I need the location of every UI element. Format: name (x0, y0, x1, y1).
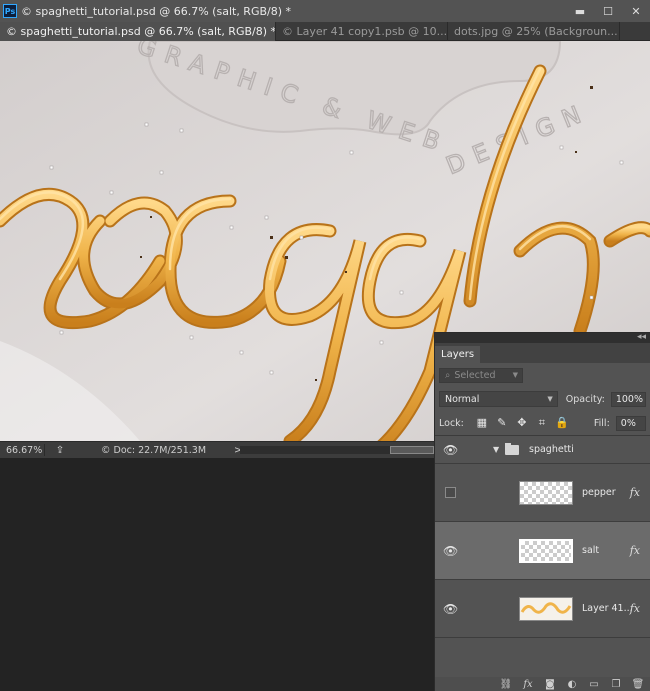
fill-label: Fill: (593, 417, 610, 429)
photoshop-logo: Ps (3, 4, 17, 18)
lock-row: Lock: ▦ ✎ ✥ ⌗ 🔒 Fill: 0% (435, 411, 650, 435)
zoom-level[interactable]: 66.67% (0, 445, 42, 456)
fx-icon[interactable]: fx (630, 544, 640, 557)
layer-pepper[interactable]: pepper fx (435, 464, 650, 522)
layer-name: salt (582, 545, 600, 556)
smart-object-preview (520, 601, 572, 614)
new-layer-icon[interactable]: ❐ (609, 679, 623, 690)
link-icon[interactable]: ⛓ (499, 679, 513, 690)
share-icon[interactable]: ⇪ (49, 445, 71, 456)
folder-icon (505, 442, 519, 455)
maximize-button[interactable]: ☐ (594, 0, 622, 22)
blend-row: Normal ▼ Opacity: 100% (435, 387, 650, 411)
layer-name: Layer 41... (582, 603, 633, 614)
chevron-down-icon: ▼ (547, 395, 553, 403)
scrollbar-thumb[interactable] (390, 446, 434, 454)
document-tabs: © spaghetti_tutorial.psd @ 66.7% (salt, … (0, 22, 650, 41)
panel-header-bar: ◂◂ (435, 332, 650, 343)
lock-transparency-icon[interactable]: ▦ (472, 416, 492, 430)
lock-all-icon[interactable]: 🔒 (552, 416, 572, 430)
lock-position-icon[interactable]: ✥ (512, 416, 532, 430)
lock-label: Lock: (439, 417, 464, 429)
layer-thumbnail (519, 596, 573, 621)
minimize-button[interactable]: ▬ (566, 0, 594, 22)
collapse-panel-icon[interactable]: ◂◂ (637, 332, 646, 342)
close-button[interactable]: ✕ (622, 0, 650, 22)
tab-layer-41-copy[interactable]: © Layer 41 copy1.psb @ 10... × (276, 22, 448, 41)
chevron-down-icon[interactable]: ▼ (493, 445, 499, 454)
title-bar: Ps © spaghetti_tutorial.psd @ 66.7% (sal… (0, 0, 650, 22)
search-icon: ⌕ (445, 369, 451, 381)
visibility-eye-icon[interactable]: 👁 (443, 602, 458, 616)
blend-mode-value: Normal (445, 393, 480, 405)
lock-image-icon[interactable]: ✎ (492, 416, 512, 430)
tab-spaghetti-tutorial[interactable]: © spaghetti_tutorial.psd @ 66.7% (salt, … (0, 22, 276, 41)
document-size[interactable]: © Doc: 22.7M/251.3M (101, 445, 231, 456)
filter-row: ⌕ Selected ▼ (435, 363, 650, 387)
layer-name: pepper (582, 487, 616, 498)
photoshop-window: Ps © spaghetti_tutorial.psd @ 66.7% (sal… (0, 0, 650, 691)
folder-icon[interactable]: ▭ (587, 679, 601, 690)
chevron-down-icon: ▼ (512, 371, 518, 379)
mask-icon[interactable]: ◙ (543, 679, 557, 690)
blend-mode-dropdown[interactable]: Normal ▼ (439, 391, 558, 407)
visibility-eye-icon[interactable]: 👁 (443, 544, 458, 558)
panel-tabs: Layers (435, 343, 650, 363)
layer-group-spaghetti[interactable]: 👁 ▼ spaghetti (435, 436, 650, 464)
fx-icon[interactable]: fx (630, 486, 640, 499)
tab-label: © Layer 41 copy1.psb @ 10... (282, 25, 448, 38)
layer-salt[interactable]: 👁 salt fx (435, 522, 650, 580)
window-title: © spaghetti_tutorial.psd @ 66.7% (salt, … (21, 4, 292, 18)
divider (44, 444, 45, 456)
opacity-field[interactable]: 100% (610, 391, 646, 407)
layer-filter-dropdown[interactable]: ⌕ Selected ▼ (439, 367, 523, 383)
tab-label: dots.jpg @ 25% (Backgroun... (454, 25, 618, 38)
fx-icon[interactable]: fx (630, 602, 640, 615)
adjustment-icon[interactable]: ◐ (565, 679, 579, 690)
tab-dots[interactable]: dots.jpg @ 25% (Backgroun... × (448, 22, 620, 41)
layer-thumbnail (519, 480, 573, 505)
layer-41[interactable]: 👁 Layer 41... fx (435, 580, 650, 638)
status-bar: 66.67% ⇪ © Doc: 22.7M/251.3M > < (0, 441, 434, 458)
tab-layers[interactable]: Layers (435, 346, 481, 363)
layers-panel: ◂◂ Layers ⌕ Selected ▼ Normal ▼ Opacity:… (434, 332, 650, 691)
trash-icon[interactable]: 🗑 (631, 679, 645, 690)
filter-label: Selected (454, 369, 496, 381)
horizontal-scrollbar[interactable] (240, 446, 434, 454)
window-controls: ▬ ☐ ✕ (566, 0, 650, 22)
lock-artboard-icon[interactable]: ⌗ (532, 416, 552, 430)
fx-icon[interactable]: fx (521, 679, 535, 690)
fill-field[interactable]: 0% (615, 415, 646, 431)
lock-buttons: ▦ ✎ ✥ ⌗ 🔒 (472, 416, 572, 430)
layer-name: spaghetti (529, 444, 574, 455)
panel-footer: ⛓ fx ◙ ◐ ▭ ❐ 🗑 (435, 677, 650, 691)
tab-label: © spaghetti_tutorial.psd @ 66.7% (salt, … (6, 25, 276, 38)
layer-thumbnail (519, 538, 573, 563)
visibility-eye-icon[interactable]: 👁 (443, 443, 458, 457)
opacity-label: Opacity: (565, 393, 605, 405)
visibility-toggle-off[interactable] (445, 487, 456, 498)
